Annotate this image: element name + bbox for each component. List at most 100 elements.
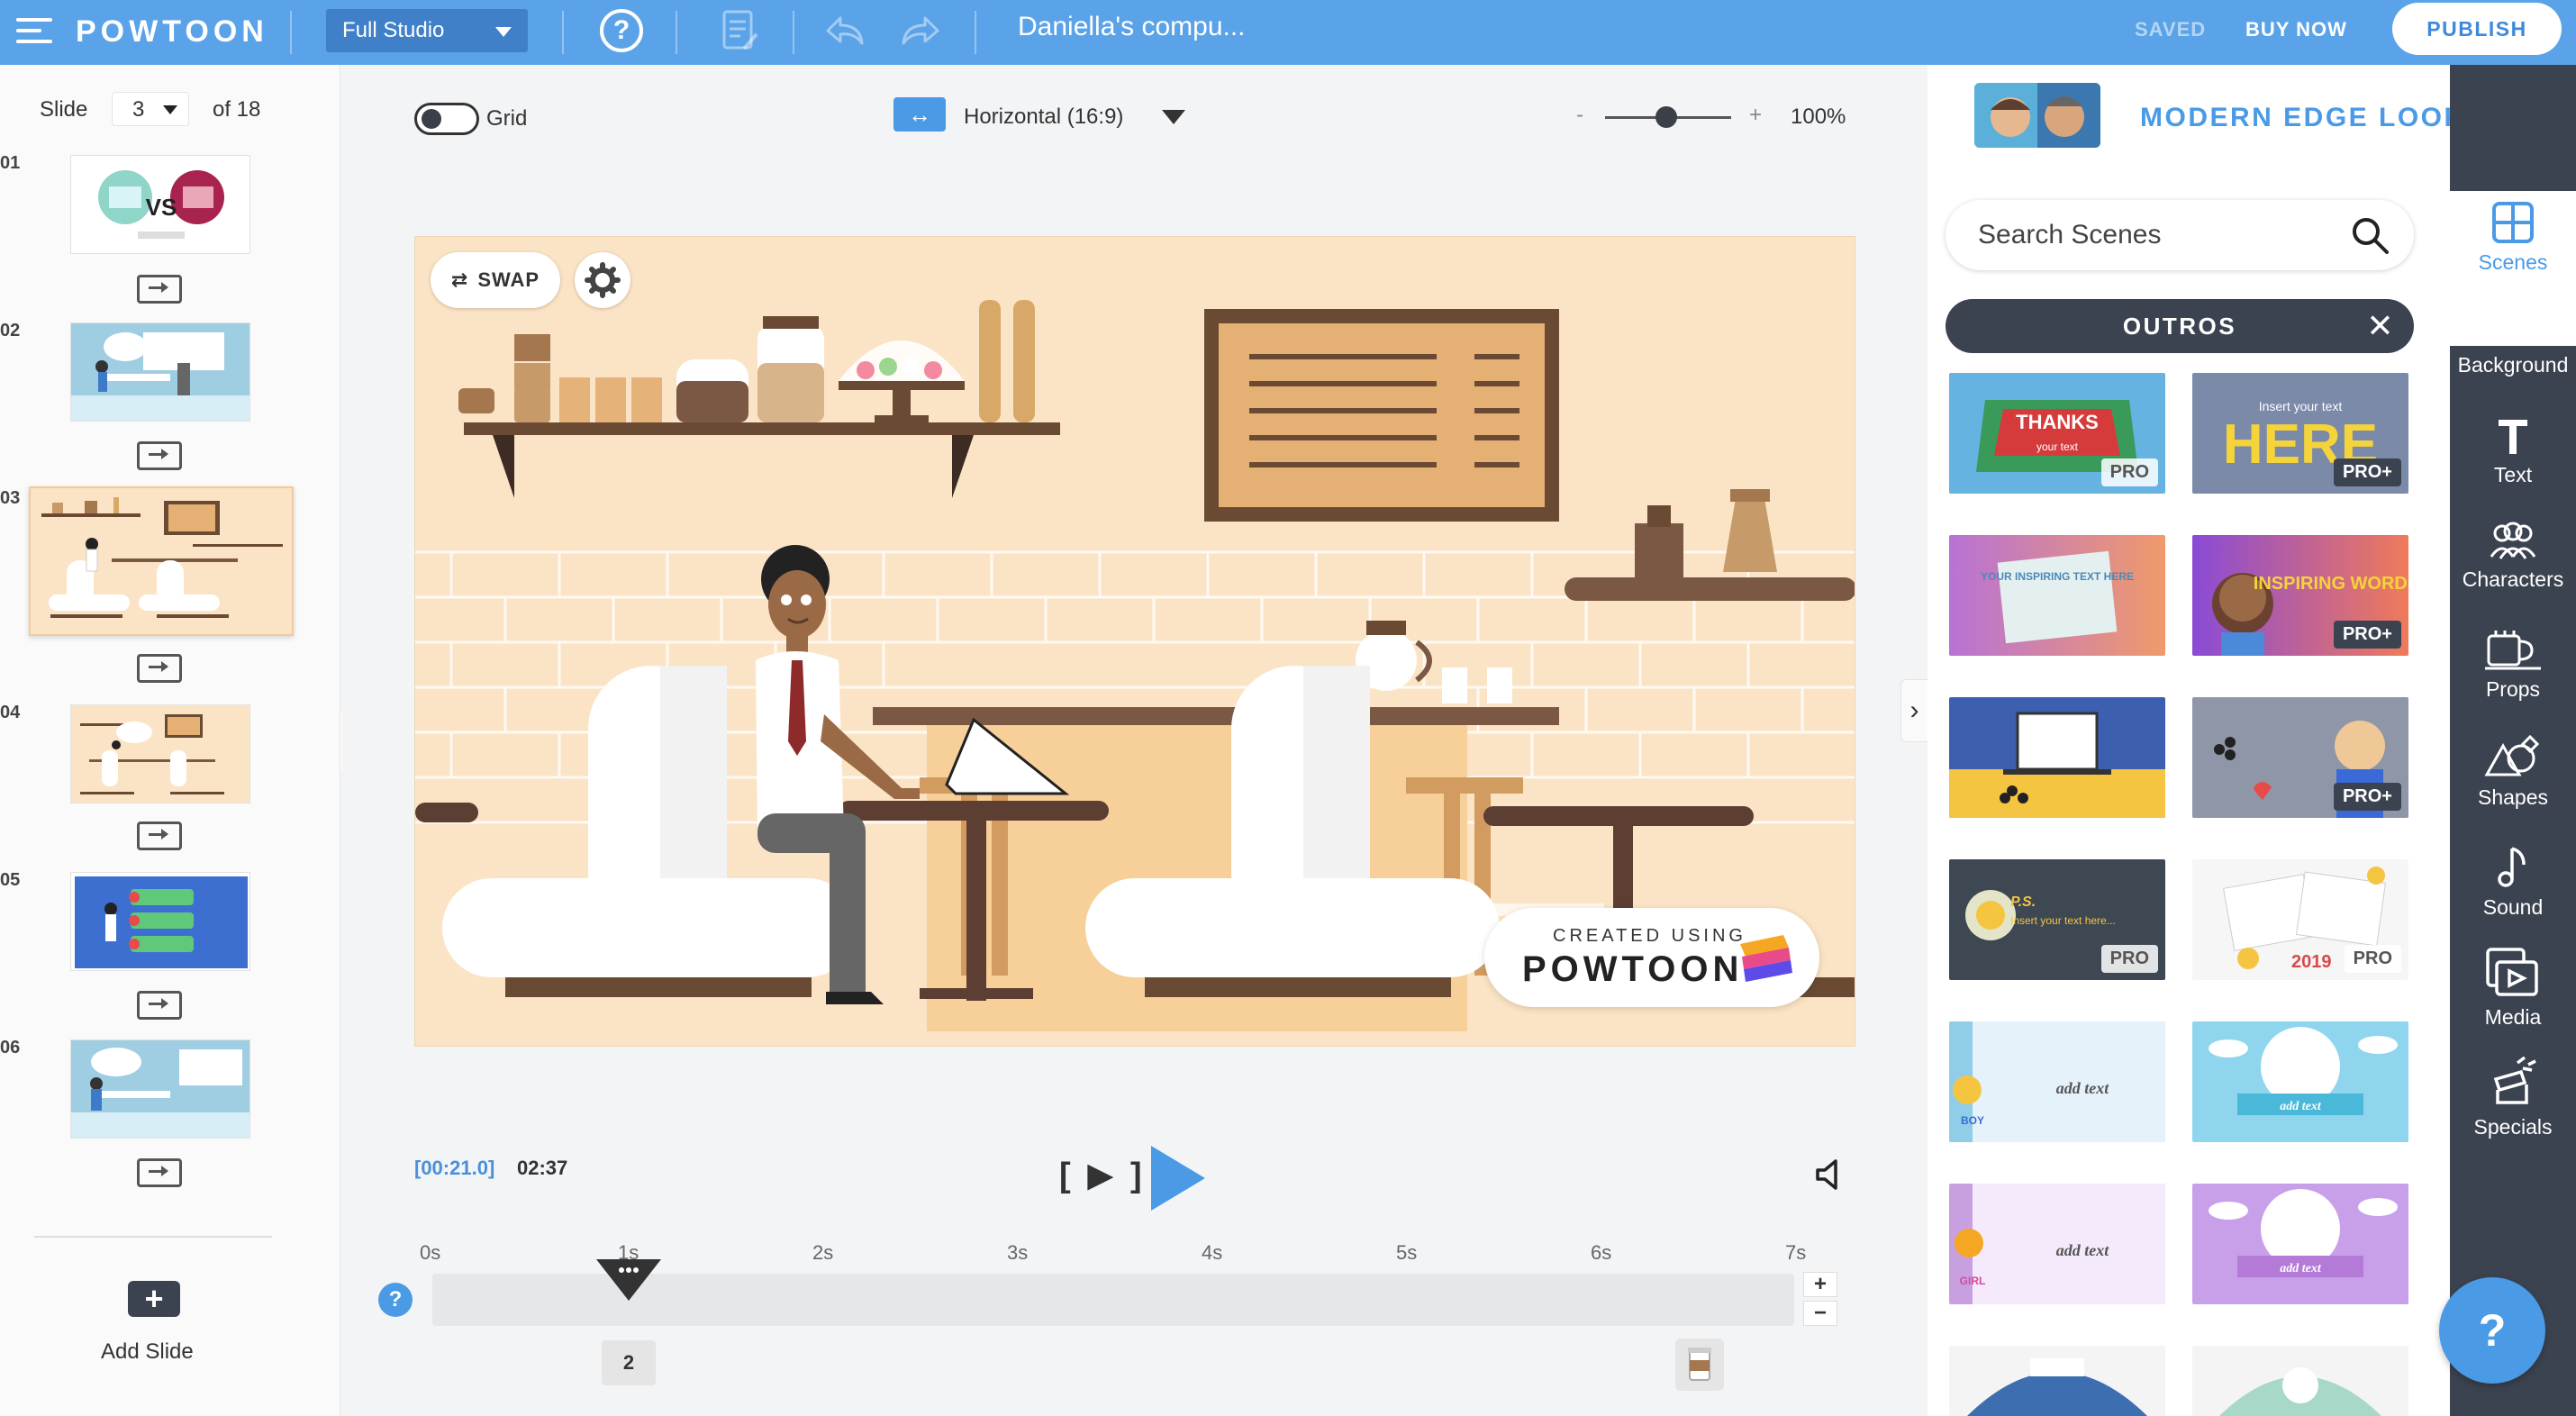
slide-thumbnail[interactable]: VS <box>70 155 250 254</box>
orientation-label[interactable]: Horizontal (16:9) <box>964 104 1123 130</box>
collapse-right-panel-button[interactable]: › <box>1900 679 1927 742</box>
look-thumbnail[interactable] <box>1974 83 2100 148</box>
project-title[interactable]: Daniella's compu... <box>1018 12 1246 42</box>
undo-button[interactable] <box>821 7 868 54</box>
redo-button[interactable] <box>897 7 944 54</box>
play-slide-button[interactable]: [ ▶ ] <box>1059 1155 1146 1195</box>
scene-card[interactable]: YOUR INSPIRING TEXT HERE <box>1949 535 2165 656</box>
tab-label: Scenes <box>2478 250 2548 274</box>
search-icon[interactable] <box>2349 214 2390 256</box>
tab-sound[interactable]: Sound <box>2450 845 2576 920</box>
music-note-icon <box>2498 847 2526 887</box>
scene-card[interactable]: INSPIRING WORDS PRO+ <box>2192 535 2408 656</box>
pro-plus-badge: PRO+ <box>2333 621 2401 649</box>
chevron-right-icon: › <box>1909 695 1919 725</box>
scene-card[interactable]: THANKS your text PRO <box>1949 373 2165 494</box>
zoom-slider-handle[interactable] <box>1655 106 1677 128</box>
slide-thumbnail[interactable] <box>70 1039 250 1139</box>
watermark-line2: POWTOON <box>1522 949 1744 989</box>
scene-card[interactable] <box>1949 697 2165 818</box>
zoom-in-button[interactable]: + <box>1749 103 1762 128</box>
studio-mode-select[interactable]: Full Studio <box>326 9 528 52</box>
powtoon-logo-icon <box>1740 935 1792 982</box>
timeline-zoom-out[interactable]: − <box>1803 1301 1837 1326</box>
search-input[interactable] <box>1978 216 2338 254</box>
svg-text:VS: VS <box>146 194 177 221</box>
chevron-down-icon[interactable] <box>1162 110 1185 124</box>
timeline-layer-marker[interactable]: 2 <box>602 1340 656 1385</box>
scene-card[interactable]: add text BOY <box>1949 1021 2165 1142</box>
slide-number-label: 01 <box>0 153 21 173</box>
tab-characters[interactable]: Characters <box>2450 521 2576 592</box>
tab-props[interactable]: Props <box>2450 627 2576 702</box>
slide-number-label: 06 <box>0 1038 21 1057</box>
add-slide-button[interactable]: + <box>128 1280 180 1317</box>
tab-specials[interactable]: Specials <box>2450 1056 2576 1139</box>
scene-card[interactable]: add text <box>2192 1184 2408 1304</box>
publish-button[interactable]: PUBLISH <box>2392 3 2562 55</box>
pro-plus-badge: PRO+ <box>2333 458 2401 486</box>
tab-background[interactable]: Background <box>2450 306 2576 377</box>
scene-card[interactable]: 2019 PRO <box>2192 859 2408 980</box>
svg-text:GIRL: GIRL <box>1960 1275 1986 1287</box>
volume-button[interactable] <box>1812 1157 1848 1193</box>
scene-card[interactable]: add text GIRL <box>1949 1184 2165 1304</box>
category-filter-chip: OUTROS ✕ <box>1946 299 2414 353</box>
tab-scenes[interactable]: Scenes <box>2450 200 2576 275</box>
scene-card-text: add text <box>2056 1079 2109 1097</box>
slide-thumbnail[interactable] <box>70 872 250 971</box>
transition-button[interactable] <box>137 1158 182 1187</box>
scene-card[interactable] <box>1949 1346 2165 1416</box>
timeline-playhead[interactable] <box>593 1257 665 1303</box>
ruler-label: 3s <box>1007 1241 1029 1264</box>
slide-thumbnail[interactable] <box>70 704 250 803</box>
tab-shapes[interactable]: Shapes <box>2450 735 2576 810</box>
powtoon-logo[interactable]: POWTOON <box>76 14 268 50</box>
menu-icon[interactable] <box>16 18 52 47</box>
play-icon[interactable] <box>1151 1146 1205 1211</box>
timeline-help-icon[interactable]: ? <box>378 1283 413 1317</box>
help-button[interactable]: ? <box>598 7 645 54</box>
notes-button[interactable] <box>717 7 764 54</box>
swap-icon: ⇄ <box>450 268 469 291</box>
transition-button[interactable] <box>137 275 182 304</box>
pro-badge: PRO <box>2344 945 2401 973</box>
ruler-label: 6s <box>1591 1241 1612 1264</box>
scene-card[interactable]: PRO+ <box>2192 697 2408 818</box>
timeline-object-marker[interactable] <box>1675 1339 1724 1391</box>
transition-button[interactable] <box>137 654 182 683</box>
transition-button[interactable] <box>137 821 182 850</box>
slide-number-label: 02 <box>0 321 21 340</box>
tab-media[interactable]: Media <box>2450 946 2576 1030</box>
look-name[interactable]: MODERN EDGE LOOK <box>2140 103 2466 133</box>
scene-card[interactable]: P.S. Insert your text here... PRO <box>1949 859 2165 980</box>
saved-status: SAVED <box>2135 18 2207 41</box>
notes-icon <box>722 10 758 50</box>
timeline-zoom-in[interactable]: + <box>1803 1272 1837 1297</box>
divider <box>34 1236 272 1238</box>
add-slide-label[interactable]: Add Slide <box>101 1339 194 1365</box>
slide-number-select[interactable]: 3 <box>112 92 189 126</box>
grid-toggle[interactable] <box>414 103 479 135</box>
library-sidebar: Scenes Background Text Characters Props … <box>2450 65 2576 1416</box>
scene-card[interactable]: add text <box>2192 1021 2408 1142</box>
scene-card[interactable] <box>2192 1346 2408 1416</box>
zoom-out-button[interactable]: - <box>1576 103 1583 128</box>
scene-settings-button[interactable] <box>575 252 630 308</box>
tab-label: Background <box>2457 353 2569 377</box>
scene-card-text: INSPIRING WORDS <box>2254 574 2408 594</box>
swap-button[interactable]: ⇄ SWAP <box>431 252 560 308</box>
orientation-icon[interactable]: ↔ <box>893 97 946 132</box>
search-scenes-field[interactable] <box>1946 200 2414 270</box>
slide-thumbnail-active[interactable] <box>29 486 294 636</box>
scene-card[interactable]: HERE Insert your text PRO+ <box>2192 373 2408 494</box>
close-icon[interactable]: ✕ <box>2366 299 2396 353</box>
tab-text[interactable]: Text <box>2450 416 2576 487</box>
svg-text:Insert your text here...: Insert your text here... <box>2010 914 2116 927</box>
buy-now-link[interactable]: BUY NOW <box>2245 18 2347 41</box>
help-chat-button[interactable]: ? <box>2439 1277 2545 1384</box>
slide-number-label: 04 <box>0 703 21 722</box>
transition-button[interactable] <box>137 441 182 470</box>
slide-thumbnail[interactable] <box>70 322 250 422</box>
transition-button[interactable] <box>137 991 182 1020</box>
